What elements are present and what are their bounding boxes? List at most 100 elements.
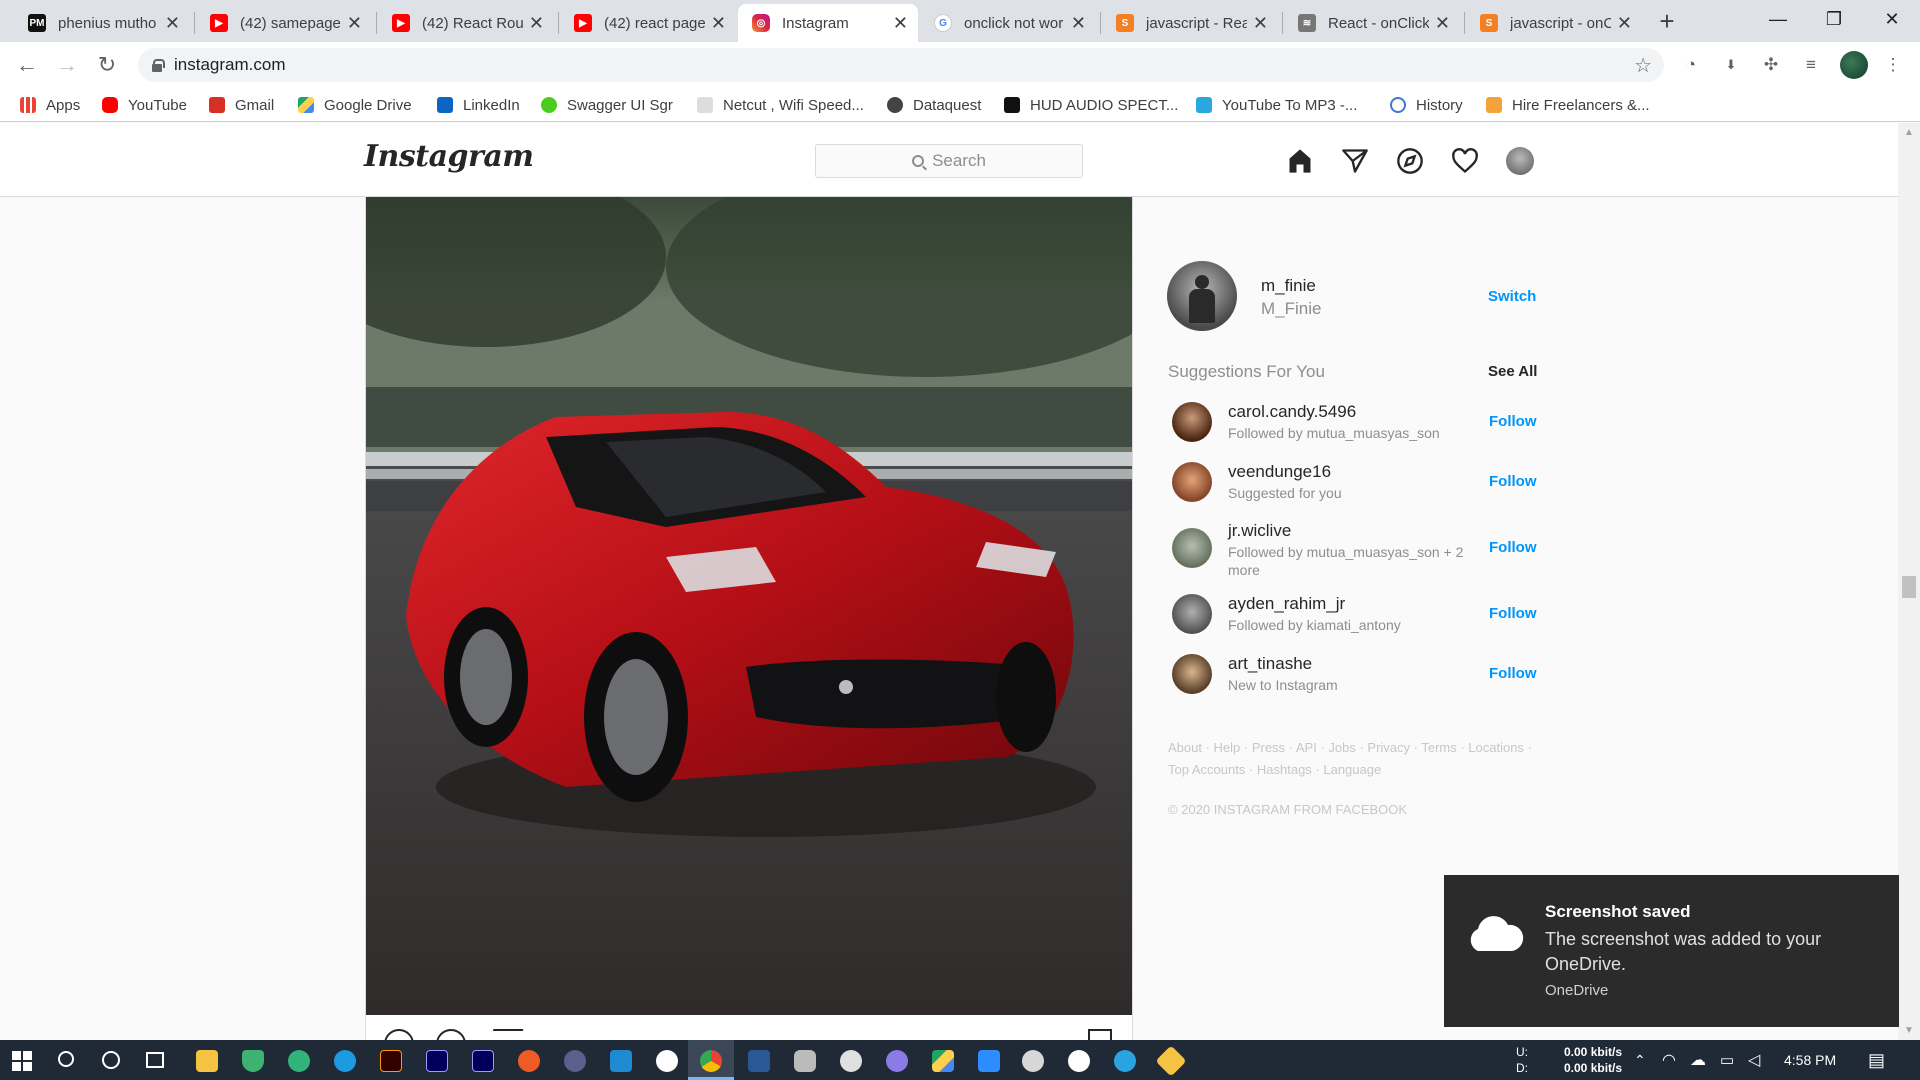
tab-js-onclick[interactable]: S javascript - onC ✕ (1466, 4, 1642, 42)
forward-button[interactable]: → (52, 50, 82, 80)
suggestion-username[interactable]: jr.wiclive (1228, 521, 1291, 541)
suggestion-username[interactable]: carol.candy.5496 (1228, 402, 1356, 422)
instagram-logo[interactable]: Instagram (364, 139, 534, 174)
close-icon[interactable]: ✕ (347, 13, 362, 34)
my-username[interactable]: m_finie (1261, 276, 1316, 296)
premiere-icon[interactable] (472, 1050, 494, 1072)
onedrive-cloud-icon[interactable]: ☁ (1690, 1040, 1706, 1080)
media-player-icon[interactable] (564, 1050, 586, 1072)
bookmark-gmail[interactable]: Gmail (209, 94, 274, 116)
activity-heart-icon[interactable] (1449, 145, 1481, 177)
bookmark-dataquest[interactable]: Dataquest (887, 94, 981, 116)
battery-icon[interactable]: ▭ (1720, 1040, 1734, 1080)
tab-react-onclick[interactable]: ≋ React - onClick ✕ (1284, 4, 1460, 42)
search-input[interactable]: Search (815, 144, 1083, 178)
clock[interactable]: 4:58 PM (1784, 1040, 1836, 1080)
vscode-icon[interactable] (610, 1050, 632, 1072)
bookmark-linkedin[interactable]: LinkedIn (437, 94, 520, 116)
orb-app-icon[interactable] (886, 1050, 908, 1072)
bookmark-history[interactable]: History (1390, 94, 1463, 116)
bookmark-apps[interactable]: Apps (20, 94, 80, 116)
close-icon[interactable]: ✕ (711, 13, 726, 34)
tab-js-react[interactable]: S javascript - Rea ✕ (1102, 4, 1278, 42)
close-icon[interactable]: ✕ (1617, 13, 1632, 34)
address-bar[interactable]: instagram.com ☆ (138, 48, 1664, 82)
suggestion-avatar[interactable] (1172, 402, 1212, 442)
suggestion-avatar[interactable] (1172, 594, 1212, 634)
extensions-puzzle-icon[interactable]: ✣ (1758, 52, 1784, 78)
suggestion-username[interactable]: ayden_rahim_jr (1228, 594, 1345, 614)
media-control-icon[interactable]: ≡ (1798, 52, 1824, 78)
close-icon[interactable]: ✕ (1253, 13, 1268, 34)
profile-avatar[interactable] (1840, 51, 1868, 79)
bookmark-netcut[interactable]: Netcut , Wifi Speed... (697, 94, 864, 116)
scroll-up-arrow-icon[interactable]: ▲ (1904, 127, 1914, 138)
zoom-icon[interactable] (978, 1050, 1000, 1072)
notifications-icon[interactable]: ▤ (1868, 1040, 1885, 1080)
chrome-icon[interactable] (700, 1050, 722, 1072)
save-extension-icon[interactable]: ⬇ (1718, 52, 1744, 78)
onedrive-notification[interactable]: Screenshot saved The screenshot was adde… (1444, 875, 1899, 1027)
chevron-up-icon[interactable]: ⌃ (1634, 1040, 1646, 1080)
suggestion-avatar[interactable] (1172, 654, 1212, 694)
close-icon[interactable]: ✕ (165, 13, 180, 34)
suggestion-username[interactable]: art_tinashe (1228, 654, 1312, 674)
close-icon[interactable]: ✕ (893, 13, 908, 34)
tab-react-page[interactable]: ▶ (42) react page ✕ (560, 4, 736, 42)
scroll-down-arrow-icon[interactable]: ▼ (1904, 1025, 1914, 1036)
follow-button[interactable]: Follow (1489, 473, 1537, 490)
bookmark-youtube-mp3[interactable]: YouTube To MP3 -... (1196, 94, 1357, 116)
tab-react-router[interactable]: ▶ (42) React Rou ✕ (378, 4, 554, 42)
suggestion-avatar[interactable] (1172, 462, 1212, 502)
bookmark-hud-audio[interactable]: HUD AUDIO SPECT... (1004, 94, 1178, 116)
file-explorer-icon[interactable] (196, 1050, 218, 1072)
bookmark-star-icon[interactable]: ☆ (1634, 53, 1652, 78)
bookmark-freelancer[interactable]: Hire Freelancers &... (1486, 94, 1650, 116)
edge-icon[interactable] (334, 1050, 356, 1072)
suggestion-username[interactable]: veendunge16 (1228, 462, 1331, 482)
code-blocks-icon[interactable] (748, 1050, 770, 1072)
reload-button[interactable]: ↻ (92, 50, 122, 80)
follow-button[interactable]: Follow (1489, 539, 1537, 556)
tab-phenius[interactable]: PM phenius mutho ✕ (14, 4, 190, 42)
cortana-icon[interactable] (102, 1051, 120, 1069)
lock-icon[interactable] (152, 59, 165, 72)
post-image[interactable] (365, 197, 1133, 1015)
close-icon[interactable]: ✕ (529, 13, 544, 34)
suggestion-avatar[interactable] (1172, 528, 1212, 568)
bookmark-swagger[interactable]: Swagger UI Sgr (541, 94, 673, 116)
wifi-icon[interactable]: ◠ (1662, 1040, 1676, 1080)
google-drive-icon[interactable] (932, 1050, 954, 1072)
maximize-button[interactable]: ❐ (1806, 0, 1862, 38)
gitkraken-icon[interactable] (288, 1050, 310, 1072)
task-view-icon[interactable] (146, 1052, 164, 1068)
url-text[interactable]: instagram.com (174, 55, 285, 75)
footer-links[interactable]: About · Help · Press · API · Jobs · Priv… (1168, 737, 1548, 781)
new-tab-button[interactable]: + (1652, 6, 1682, 36)
volume-icon[interactable]: ◁ (1748, 1040, 1760, 1080)
profile-avatar[interactable] (1504, 145, 1536, 177)
close-icon[interactable]: ✕ (1435, 13, 1450, 34)
illustrator-icon[interactable] (380, 1050, 402, 1072)
telegram-icon[interactable] (1114, 1050, 1136, 1072)
follow-button[interactable]: Follow (1489, 413, 1537, 430)
database-icon[interactable] (794, 1050, 816, 1072)
home-icon[interactable] (1284, 145, 1316, 177)
tab-samepage[interactable]: ▶ (42) samepage ✕ (196, 4, 372, 42)
bookmark-google-drive[interactable]: Google Drive (298, 94, 412, 116)
tab-instagram[interactable]: ◎ Instagram ✕ (738, 4, 918, 42)
my-avatar[interactable] (1167, 261, 1237, 331)
speed-extension-icon[interactable]: ◔ (1678, 52, 1704, 78)
direct-message-icon[interactable] (1339, 145, 1371, 177)
settings-gear-icon[interactable] (1068, 1050, 1090, 1072)
start-windows-icon[interactable] (12, 1051, 32, 1071)
follow-button[interactable]: Follow (1489, 665, 1537, 682)
page-scrollbar[interactable]: ▲ ▼ (1898, 123, 1920, 1040)
see-all-link[interactable]: See All (1488, 363, 1537, 380)
minimize-button[interactable]: — (1750, 0, 1806, 38)
search-icon[interactable] (58, 1051, 74, 1067)
close-icon[interactable]: ✕ (1071, 13, 1086, 34)
after-effects-icon[interactable] (426, 1050, 448, 1072)
menu-kebab-icon[interactable]: ⋮ (1880, 52, 1906, 78)
shield-icon[interactable] (242, 1050, 264, 1072)
